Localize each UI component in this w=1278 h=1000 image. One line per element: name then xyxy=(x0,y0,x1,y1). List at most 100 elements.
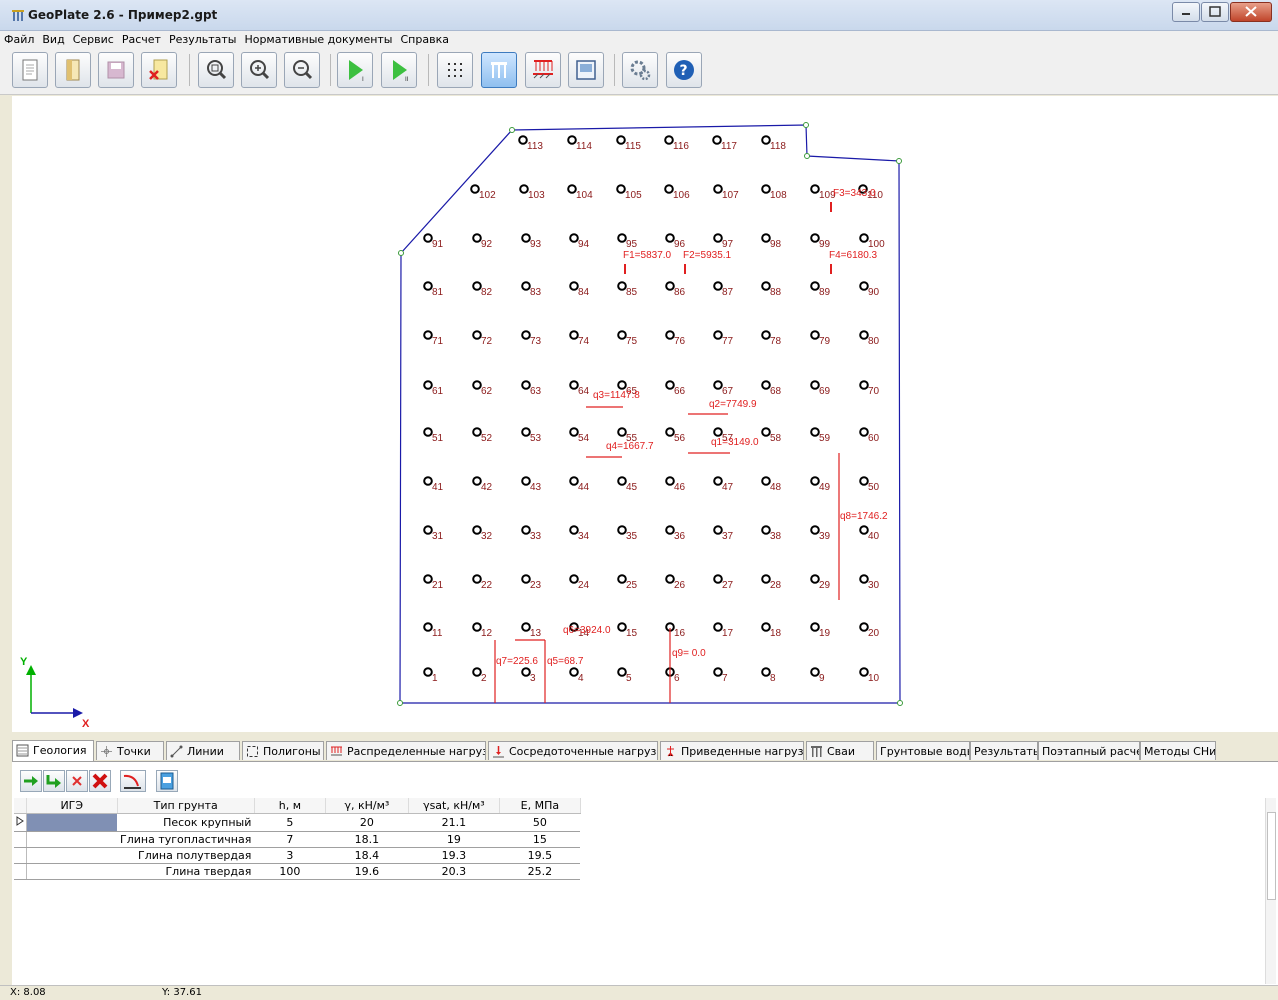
save-file-button[interactable] xyxy=(98,52,134,88)
tab-stage-calc[interactable]: Поэтапный расчет xyxy=(1038,741,1140,760)
cell-e[interactable]: 25.2 xyxy=(499,863,581,880)
cell-soil-type[interactable]: Глина тугопластичная xyxy=(117,831,255,848)
show-grid-button[interactable] xyxy=(437,52,473,88)
pile-marker xyxy=(617,427,627,437)
cell-soil-type[interactable]: Песок крупный xyxy=(117,813,255,832)
pile-marker xyxy=(569,574,579,584)
show-piles-button[interactable] xyxy=(481,52,517,88)
zoom-out-button[interactable] xyxy=(284,52,320,88)
tab-reduced-loads[interactable]: Приведенные нагрузки xyxy=(660,741,804,760)
tab-snip-methods[interactable]: Методы СНиП xyxy=(1140,741,1216,760)
insert-row-button[interactable] xyxy=(43,770,65,792)
piles-icon xyxy=(811,746,822,757)
run-calc-1-button[interactable]: I xyxy=(337,52,373,88)
cell-h[interactable]: 3 xyxy=(254,847,326,864)
show-loads-button[interactable] xyxy=(525,52,561,88)
col-ige[interactable]: ИГЭ xyxy=(26,798,118,814)
cell-ige[interactable] xyxy=(26,813,117,832)
pile-plan[interactable]: 113 114 115 116 117 118102 103 104 105 106 107 108 1… xyxy=(12,96,1278,732)
row-selector[interactable] xyxy=(14,813,27,832)
zoom-fit-button[interactable] xyxy=(198,52,234,88)
table-scrollbar[interactable] xyxy=(1265,798,1276,984)
menu-bar: Файл Вид Сервис Расчет Результаты Нормативные… xyxy=(0,31,1278,48)
pile-label: 76 xyxy=(674,336,686,347)
menu-file[interactable]: Файл xyxy=(0,31,38,46)
cell-soil-type[interactable]: Глина полутвердая xyxy=(117,847,255,864)
cell-h[interactable]: 5 xyxy=(254,813,326,832)
geology-table[interactable]: ИГЭ Тип грунта h, м γ, кН/м³ γsat, кН/м³… xyxy=(14,798,1266,984)
tab-piles[interactable]: Сваи xyxy=(806,741,874,760)
add-row-button[interactable] xyxy=(20,770,42,792)
delete-all-button[interactable] xyxy=(89,770,111,792)
report-button[interactable] xyxy=(568,52,604,88)
cell-h[interactable]: 7 xyxy=(254,831,326,848)
cell-gamma-sat[interactable]: 19 xyxy=(408,831,500,848)
row-selector[interactable] xyxy=(14,847,27,864)
cell-soil-type[interactable]: Глина твердая xyxy=(117,863,255,880)
pile-marker xyxy=(569,233,579,243)
tab-points[interactable]: Точки xyxy=(96,741,164,760)
col-gamma-sat[interactable]: γsat, кН/м³ xyxy=(408,798,500,814)
close-button[interactable] xyxy=(1230,2,1272,22)
tab-point-loads[interactable]: Сосредоточенные нагрузки xyxy=(488,741,658,760)
pile-label: 67 xyxy=(722,386,734,397)
table-row[interactable]: Глина твердая 100 19.6 20.3 25.2 xyxy=(14,863,581,880)
row-selector[interactable] xyxy=(14,863,27,880)
pile-marker xyxy=(472,330,482,340)
menu-results[interactable]: Результаты xyxy=(165,31,241,46)
menu-view[interactable]: Вид xyxy=(38,31,68,46)
help-button[interactable]: ? xyxy=(666,52,702,88)
scrollbar-thumb[interactable] xyxy=(1267,812,1276,900)
maximize-button[interactable] xyxy=(1201,2,1229,22)
tab-geology[interactable]: Геология xyxy=(12,740,94,761)
delete-row-button[interactable] xyxy=(66,770,88,792)
cell-gamma-sat[interactable]: 20.3 xyxy=(408,863,500,880)
cell-h[interactable]: 100 xyxy=(254,863,326,880)
table-row[interactable]: Песок крупный 5 20 21.1 50 xyxy=(14,813,581,832)
cell-gamma[interactable]: 18.1 xyxy=(325,831,409,848)
cell-gamma[interactable]: 20 xyxy=(325,813,409,832)
menu-calc[interactable]: Расчет xyxy=(118,31,165,46)
tab-groundwater[interactable]: Грунтовые воды xyxy=(876,741,970,760)
col-e[interactable]: E, МПа xyxy=(499,798,581,814)
cell-gamma-sat[interactable]: 19.3 xyxy=(408,847,500,864)
soil-library-button[interactable] xyxy=(156,770,178,792)
col-soil-type[interactable]: Тип грунта xyxy=(117,798,255,814)
menu-norms[interactable]: Нормативные документы xyxy=(240,31,396,46)
cell-e[interactable]: 15 xyxy=(499,831,581,848)
tab-distributed-loads[interactable]: Распределенные нагрузки xyxy=(326,741,486,760)
cell-gamma[interactable]: 18.4 xyxy=(325,847,409,864)
col-h[interactable]: h, м xyxy=(254,798,326,814)
zoom-in-button[interactable] xyxy=(241,52,277,88)
tab-lines[interactable]: Линии xyxy=(166,741,240,760)
cell-e[interactable]: 50 xyxy=(499,813,581,832)
minimize-button[interactable] xyxy=(1172,2,1200,22)
settings-button[interactable] xyxy=(622,52,658,88)
open-file-button[interactable] xyxy=(55,52,91,88)
tab-polygons[interactable]: Полигоны xyxy=(242,741,324,760)
pile-marker xyxy=(569,330,579,340)
draw-layer-button[interactable] xyxy=(120,770,146,792)
pile-label: 4 xyxy=(578,673,584,684)
new-file-button[interactable] xyxy=(12,52,48,88)
cell-ige[interactable] xyxy=(26,863,117,880)
table-row[interactable]: Глина тугопластичная 7 18.1 19 15 xyxy=(14,831,581,848)
cell-e[interactable]: 19.5 xyxy=(499,847,581,864)
pile-marker xyxy=(810,476,820,486)
col-gamma[interactable]: γ, кН/м³ xyxy=(325,798,409,814)
cell-ige[interactable] xyxy=(26,847,117,864)
drawing-canvas[interactable]: 113 114 115 116 117 118 102 103 104 105 106 107 108 1… xyxy=(12,96,1278,732)
pile-marker xyxy=(810,281,820,291)
tab-results[interactable]: Результаты xyxy=(970,741,1038,760)
cell-gamma-sat[interactable]: 21.1 xyxy=(408,813,500,832)
run-calc-2-button[interactable]: II xyxy=(381,52,417,88)
cell-gamma[interactable]: 19.6 xyxy=(325,863,409,880)
pile-label: 29 xyxy=(819,580,831,591)
menu-help[interactable]: Справка xyxy=(397,31,453,46)
menu-service[interactable]: Сервис xyxy=(69,31,118,46)
row-selector[interactable] xyxy=(14,831,27,848)
cell-ige[interactable] xyxy=(26,831,117,848)
table-row[interactable]: Глина полутвердая 3 18.4 19.3 19.5 xyxy=(14,847,581,864)
close-file-button[interactable] xyxy=(141,52,177,88)
distributed-load-icon xyxy=(533,60,553,79)
